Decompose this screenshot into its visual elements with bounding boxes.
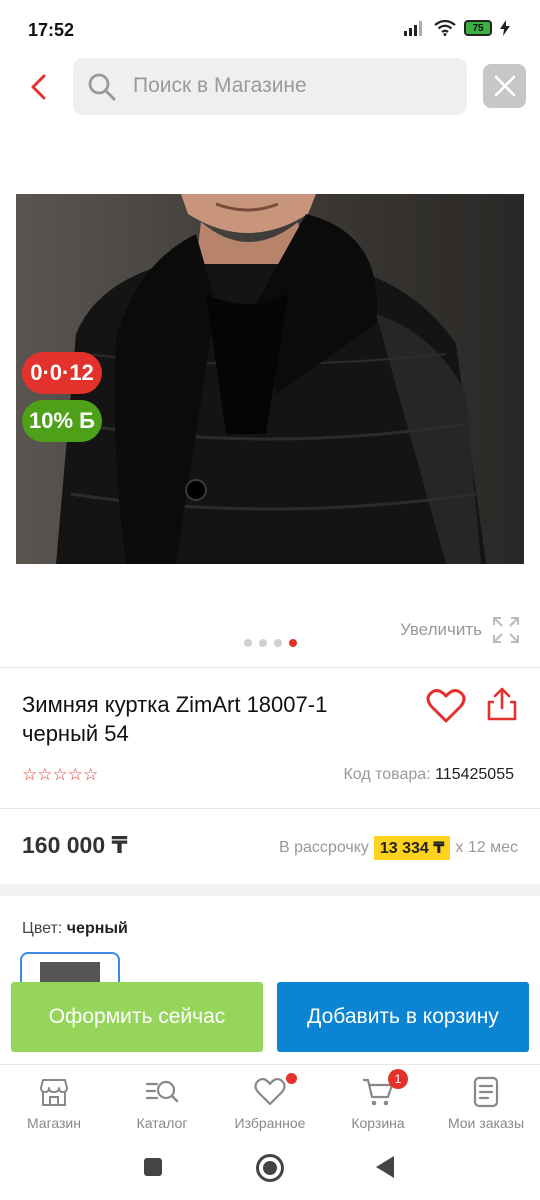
cart-count-badge: 1 — [388, 1069, 408, 1089]
close-button[interactable] — [483, 64, 526, 108]
pagination-dot[interactable] — [259, 639, 267, 647]
system-nav-bar — [0, 1140, 540, 1200]
pagination-dot[interactable] — [244, 639, 252, 647]
color-thumbnail — [40, 962, 100, 982]
status-icons: 75 — [404, 20, 510, 36]
section-separator — [0, 884, 540, 896]
favorite-button[interactable] — [426, 688, 466, 724]
image-pagination — [244, 639, 297, 647]
back-button[interactable] — [24, 68, 58, 106]
divider — [0, 808, 540, 809]
expand-icon — [493, 617, 519, 643]
color-swatch[interactable] — [20, 952, 120, 982]
bottom-nav: Магазин Каталог Избранное 1 Корзина Мои … — [0, 1064, 540, 1140]
wifi-icon — [434, 20, 456, 36]
battery-icon: 75 — [464, 20, 492, 36]
product-title: Зимняя куртка ZimArt 18007-1 черный 54 — [22, 692, 328, 746]
heart-icon — [426, 689, 466, 723]
share-icon — [487, 687, 517, 721]
nav-item-catalog[interactable]: Каталог — [108, 1065, 216, 1140]
installment-badge: 0·0·12 — [22, 352, 102, 394]
home-button[interactable] — [256, 1154, 284, 1182]
color-label: Цвет: — [22, 920, 63, 937]
installment-prefix: В рассрочку — [279, 839, 369, 856]
status-bar: 17:52 75 — [0, 0, 540, 60]
header: Поиск в Магазине — [0, 58, 540, 116]
installment-amount: 13 334 ₸ — [373, 836, 451, 860]
shop-icon — [40, 1079, 68, 1106]
product-price: 160 000 ₸ — [22, 832, 128, 858]
search-placeholder: Поиск в Магазине — [133, 74, 307, 97]
search-icon — [88, 73, 116, 101]
chevron-left-icon — [31, 74, 46, 100]
color-row: Цвет: черный — [22, 920, 128, 938]
nav-item-shop[interactable]: Магазин — [0, 1065, 108, 1140]
nav-label: Избранное — [234, 1115, 306, 1131]
orders-icon — [473, 1076, 499, 1108]
installment-suffix: х 12 мес — [455, 839, 518, 856]
nav-item-favorites[interactable]: Избранное — [216, 1065, 324, 1140]
nav-item-orders[interactable]: Мои заказы — [432, 1065, 540, 1140]
status-time: 17:52 — [28, 20, 75, 40]
rating-stars[interactable]: ☆☆☆☆☆ — [22, 765, 98, 785]
divider — [0, 667, 540, 668]
signal-icon — [404, 21, 422, 36]
pagination-dot[interactable] — [274, 639, 282, 647]
zoom-button[interactable]: Увеличить — [400, 616, 520, 644]
nav-item-cart[interactable]: 1 Корзина — [324, 1065, 432, 1140]
nav-label: Мои заказы — [447, 1115, 525, 1131]
nav-label: Каталог — [136, 1115, 188, 1131]
sku: Код товара: 115425055 — [343, 766, 514, 784]
bonus-badge: 10% Б — [22, 400, 102, 442]
color-value: черный — [66, 920, 128, 937]
share-button[interactable] — [486, 686, 518, 722]
heart-icon — [254, 1077, 286, 1106]
zoom-label: Увеличить — [400, 620, 482, 639]
installment-info[interactable]: В рассрочку 13 334 ₸ х 12 мес — [279, 836, 518, 860]
catalog-search-icon — [145, 1080, 179, 1103]
close-icon — [494, 75, 515, 97]
buy-now-button[interactable]: Оформить сейчас — [11, 982, 263, 1052]
notification-dot — [286, 1073, 297, 1084]
add-to-cart-button[interactable]: Добавить в корзину — [277, 982, 529, 1052]
recent-apps-button[interactable] — [144, 1158, 162, 1176]
nav-label: Магазин — [26, 1115, 81, 1131]
pagination-dot-active[interactable] — [289, 639, 297, 647]
search-input[interactable]: Поиск в Магазине — [73, 58, 467, 115]
sku-label: Код товара: — [343, 766, 431, 783]
sku-value: 115425055 — [435, 766, 514, 783]
charging-icon — [500, 20, 510, 36]
back-system-button[interactable] — [376, 1156, 394, 1178]
nav-label: Корзина — [351, 1115, 405, 1131]
